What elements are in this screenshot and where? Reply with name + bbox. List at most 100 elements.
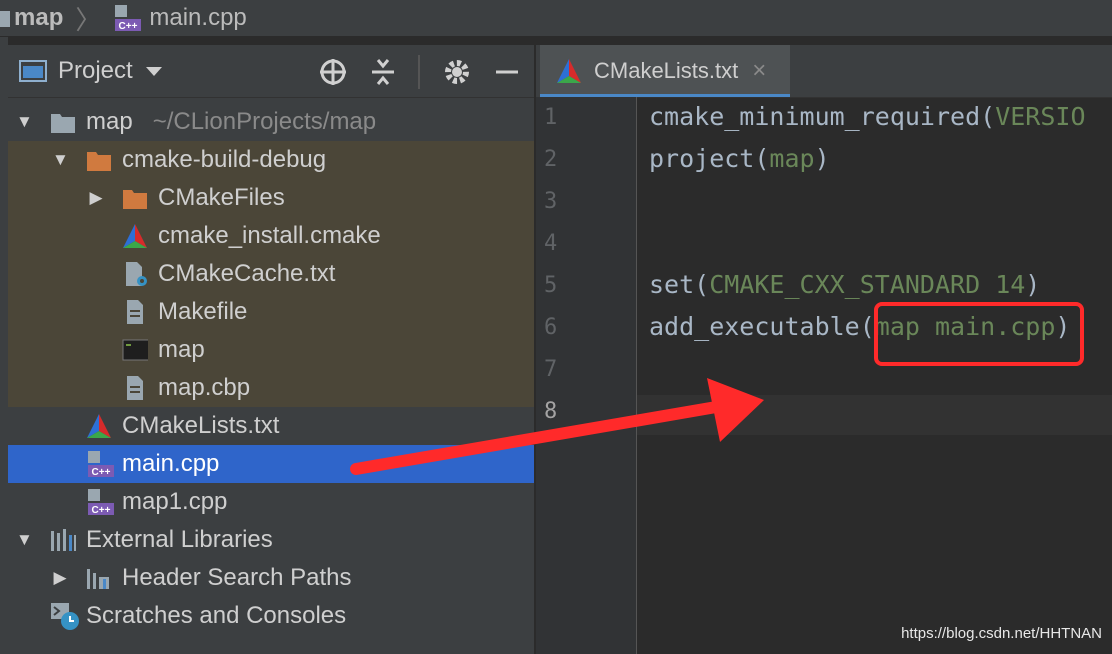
line-number: 2	[544, 147, 558, 172]
tree-item-cmake-build-debug[interactable]: ▼ cmake-build-debug	[8, 141, 534, 179]
tree-item-label: map.cbp	[158, 374, 251, 401]
tree-item-cmakecache[interactable]: CMakeCache.txt	[8, 255, 534, 293]
tree-item-label: External Libraries	[86, 526, 273, 553]
cpp-file-icon: C++	[88, 451, 114, 478]
line-number: 3	[544, 189, 558, 214]
code-line[interactable]: project(map)	[649, 144, 830, 173]
collapsed-arrow-icon[interactable]: ▶	[88, 188, 104, 208]
header-divider	[418, 55, 420, 89]
library-icon	[51, 529, 76, 551]
code-paren: (	[980, 102, 996, 131]
excluded-folder-icon	[123, 190, 147, 209]
tree-item-label: cmake_install.cmake	[158, 222, 381, 249]
code-line[interactable]: cmake_minimum_required(VERSIO	[649, 102, 1086, 131]
cpp-file-icon: C++	[115, 5, 142, 32]
svg-text:C++: C++	[119, 21, 138, 32]
expanded-arrow-icon[interactable]: ▼	[16, 112, 33, 132]
tree-item-label: Makefile	[158, 298, 248, 325]
annotation-highlight-box	[874, 302, 1084, 366]
locate-file-icon[interactable]	[318, 57, 348, 87]
tree-item-header-search-paths[interactable]: ▶ Header Search Paths	[8, 559, 534, 597]
tree-item-scratches[interactable]: Scratches and Consoles	[8, 597, 534, 635]
project-window-icon	[19, 60, 47, 82]
tree-item-main-cpp[interactable]: C++ main.cpp	[8, 445, 534, 483]
tree-item-label: CMakeLists.txt	[122, 412, 280, 439]
code-argument: VERSIO	[995, 102, 1086, 131]
folder-icon	[51, 114, 75, 133]
gear-icon[interactable]	[442, 57, 472, 87]
tree-item-map-executable[interactable]: map	[8, 331, 534, 369]
line-number: 1	[544, 105, 558, 130]
code-argument: map	[769, 144, 815, 173]
expanded-arrow-icon[interactable]: ▼	[16, 530, 33, 550]
tree-item-label: map	[158, 336, 205, 363]
tab-label: CMakeLists.txt	[594, 58, 739, 83]
tree-item-cmake-install[interactable]: cmake_install.cmake	[8, 217, 534, 255]
cpp-file-icon: C++	[88, 489, 114, 516]
executable-icon	[122, 339, 148, 361]
line-number: 6	[544, 315, 558, 340]
project-panel-header: Project	[8, 45, 534, 98]
tree-item-map-root[interactable]: ▼ map ~/CLionProjects/map	[8, 103, 534, 141]
breadcrumb-project[interactable]: map	[10, 4, 63, 32]
text-file-icon	[127, 300, 143, 324]
current-line-highlight	[637, 395, 1112, 435]
tree-item-label: Scratches and Consoles	[86, 602, 347, 629]
collapse-all-icon[interactable]	[370, 57, 396, 87]
text-file-icon	[127, 376, 143, 400]
excluded-folder-icon	[87, 152, 111, 171]
project-panel-title: Project	[58, 57, 133, 84]
code-function: add_executable	[649, 312, 860, 341]
tree-item-label: CMakeFiles	[158, 184, 285, 211]
tree-item-label: cmake-build-debug	[122, 146, 327, 173]
watermark: https://blog.csdn.net/HHTNAN	[901, 625, 1102, 642]
cmake-file-icon	[87, 414, 111, 438]
editor-tab-bar: CMakeLists.txt ×	[536, 45, 1112, 98]
tree-item-label: CMakeCache.txt	[158, 260, 336, 287]
line-number-gutter: 1 2 3 4 5 6 7 8	[536, 97, 637, 654]
svg-text:C++: C++	[92, 467, 111, 478]
expanded-arrow-icon[interactable]: ▼	[52, 150, 69, 170]
tree-item-makefile[interactable]: Makefile	[8, 293, 534, 331]
tree-item-cmakelists[interactable]: CMakeLists.txt	[8, 407, 534, 445]
tree-item-label: map1.cpp	[122, 488, 228, 515]
code-paren: (	[859, 312, 875, 341]
code-function: cmake_minimum_required	[649, 102, 981, 131]
breadcrumb-file[interactable]: main.cpp	[149, 4, 246, 32]
project-view-selector[interactable]: Project	[18, 57, 165, 85]
chevron-down-icon	[145, 67, 162, 76]
svg-text:C++: C++	[92, 505, 111, 516]
line-number: 4	[544, 231, 558, 256]
code-paren: (	[754, 144, 770, 173]
tree-item-external-libraries[interactable]: ▼ External Libraries	[8, 521, 534, 559]
tree-item-label: main.cpp	[122, 450, 220, 477]
library-icon	[87, 569, 109, 589]
code-argument: CMAKE_CXX_STANDARD 14	[709, 270, 1026, 299]
project-tree: ▼ map ~/CLionProjects/map ▼ cmake-build-d…	[8, 103, 534, 635]
tree-item-map1-cpp[interactable]: C++ map1.cpp	[8, 483, 534, 521]
tree-item-map-cbp[interactable]: map.cbp	[8, 369, 534, 407]
left-tool-strip	[0, 37, 8, 654]
config-file-icon	[126, 262, 147, 286]
line-number: 8	[544, 399, 558, 424]
code-line[interactable]: set(CMAKE_CXX_STANDARD 14)	[649, 270, 1040, 299]
tab-cmakelists[interactable]: CMakeLists.txt ×	[540, 45, 790, 97]
line-number: 5	[544, 273, 558, 298]
code-paren: )	[814, 144, 830, 173]
tree-item-label: Header Search Paths	[122, 564, 352, 591]
minimize-icon[interactable]	[494, 57, 520, 87]
code-function: project	[649, 144, 755, 173]
tab-close-icon[interactable]: ×	[752, 57, 766, 85]
breadcrumb-separator-icon: 〉	[75, 4, 102, 35]
line-number: 7	[544, 357, 558, 382]
project-path: ~/CLionProjects/map	[152, 108, 377, 135]
code-paren: (	[694, 270, 710, 299]
code-function: set	[649, 270, 695, 299]
cmake-file-icon	[123, 224, 147, 248]
collapsed-arrow-icon[interactable]: ▶	[52, 568, 68, 588]
code-paren: )	[1025, 270, 1041, 299]
folder-icon	[0, 11, 10, 27]
navigation-bar: map 〉 C++ main.cpp	[0, 0, 1112, 37]
project-panel: Project ▼ map ~/CLionProjects/map ▼ cmake…	[8, 45, 534, 654]
tree-item-cmakefiles[interactable]: ▶ CMakeFiles	[8, 179, 534, 217]
